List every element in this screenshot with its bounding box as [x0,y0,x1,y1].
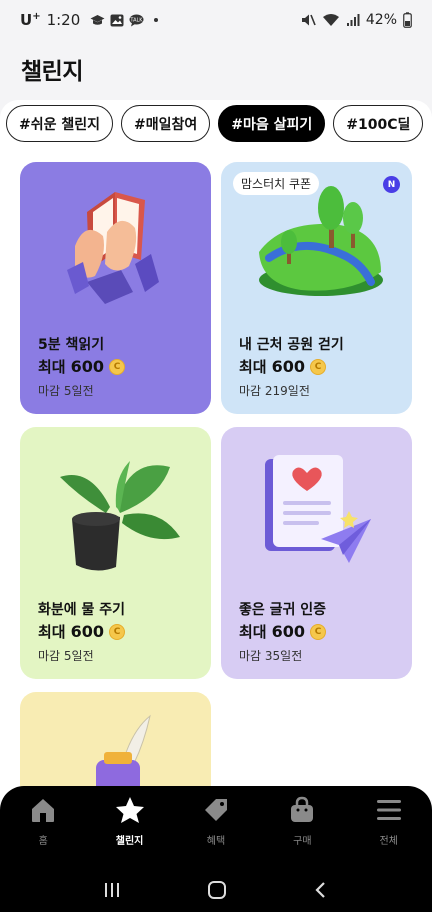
coin-icon: C [109,358,126,375]
system-nav [0,880,432,900]
coin-icon: C [310,358,327,375]
mute-icon [301,14,316,26]
challenge-list[interactable]: #쉬운 챌린지 #매일참여 #마음 살피기 #100C딜 5분 책읽기 최대 6… [0,100,432,800]
chip-100c-deal[interactable]: #100C딜 [333,105,424,142]
recent-apps-icon[interactable] [103,881,121,899]
letter-plane-icon [265,455,371,563]
ink-quill-icon [96,714,151,800]
tag-icon [204,799,227,821]
challenge-card-partial[interactable] [20,692,211,800]
battery-level: 42% [365,12,397,28]
challenge-reward: 최대 600 C [38,356,126,377]
coupon-tag: 맘스터치 쿠폰 [233,172,320,195]
nav-benefit[interactable]: 혜택 [173,796,259,847]
wifi-icon [322,14,339,26]
challenge-deadline: 마감 5일전 [38,649,94,663]
nav-challenge[interactable]: 챌린지 [86,796,172,847]
book-hands-icon [67,192,159,304]
challenge-reward: 최대 600 C [239,356,327,377]
bottom-nav: 홈 챌린지 혜택 구매 전체 [0,786,432,912]
home-icon [32,799,55,822]
challenge-deadline: 마감 219일전 [239,384,310,398]
signal-icon [346,14,360,26]
challenge-deadline: 마감 5일전 [38,384,94,398]
potted-plant-icon [60,461,180,571]
challenge-deadline: 마감 35일전 [239,649,303,663]
star-icon [115,797,144,823]
home-button-icon[interactable] [207,880,227,900]
challenge-name: 화분에 물 주기 [38,602,126,618]
filter-chips: #쉬운 챌린지 #매일참여 #마음 살피기 #100C딜 [6,105,424,142]
challenge-card-park-walk[interactable]: 맘스터치 쿠폰 N 내 근처 공원 걷기 최대 600 C 마감 219일전 [221,162,412,414]
coin-icon: C [310,623,327,640]
carrier-label: U+ [20,11,41,29]
clock: 1:20 [46,11,81,29]
nav-all[interactable]: 전체 [346,796,432,847]
challenge-reward: 최대 600 C [38,621,126,642]
chip-easy-challenge[interactable]: #쉬운 챌린지 [6,105,114,142]
graduation-cap-icon [90,14,105,25]
coin-icon: C [109,623,126,640]
svg-text:TALK: TALK [130,17,144,23]
challenge-reward: 최대 600 C [239,621,327,642]
notification-dot [154,18,159,22]
status-bar: U+ 1:20 TALK 42% [0,0,432,40]
nav-purchase[interactable]: 구매 [259,796,345,847]
challenge-card-good-quote[interactable]: 좋은 글귀 인증 최대 600 C 마감 35일전 [221,427,412,679]
challenge-card-water-plant[interactable]: 화분에 물 주기 최대 600 C 마감 5일전 [20,427,211,679]
back-icon[interactable] [313,881,329,899]
chip-daily[interactable]: #매일참여 [121,105,211,142]
challenge-name: 5분 책읽기 [38,337,105,353]
menu-icon [376,800,401,820]
new-badge: N [383,176,400,193]
chip-mind-care[interactable]: #마음 살피기 [218,105,326,142]
page-title: 챌린지 [21,59,83,85]
talk-bubble-icon: TALK [130,14,144,26]
nav-home[interactable]: 홈 [0,796,86,847]
battery-icon [403,12,412,28]
challenge-name: 내 근처 공원 걷기 [239,337,344,353]
challenge-card-reading[interactable]: 5분 책읽기 최대 600 C 마감 5일전 [20,162,211,414]
shopping-bag-icon [291,796,314,822]
image-icon [110,14,124,26]
challenge-name: 좋은 글귀 인증 [239,602,327,618]
